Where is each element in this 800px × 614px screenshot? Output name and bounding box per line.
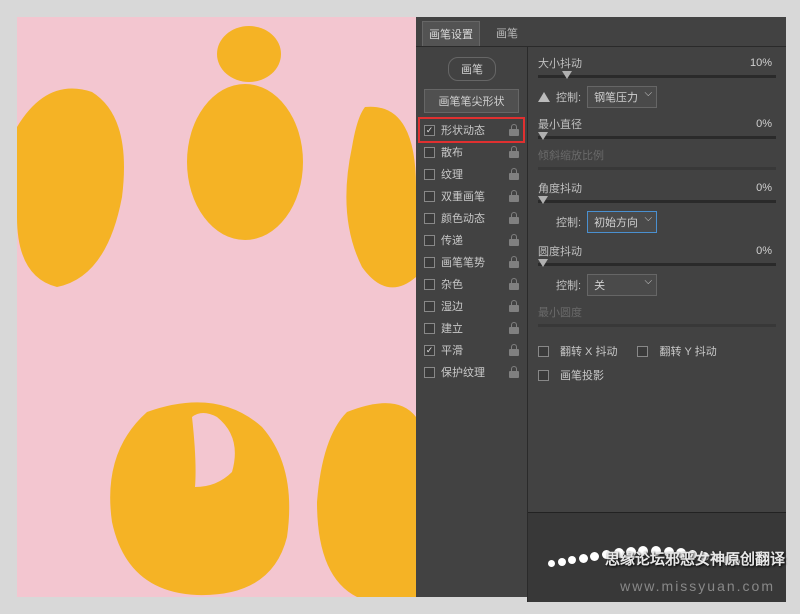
checkbox-flip-y[interactable] bbox=[637, 346, 648, 357]
option-texture[interactable]: 纹理 bbox=[420, 163, 523, 185]
lock-icon[interactable] bbox=[509, 124, 519, 136]
lock-icon[interactable] bbox=[509, 212, 519, 224]
option-color-dynamics[interactable]: 颜色动态 bbox=[420, 207, 523, 229]
checkbox-protect-texture[interactable] bbox=[424, 367, 435, 378]
option-transfer[interactable]: 传递 bbox=[420, 229, 523, 251]
value-angle-jitter[interactable]: 0% bbox=[740, 181, 776, 195]
option-smoothing[interactable]: 平滑 bbox=[420, 339, 523, 361]
artwork-shapes bbox=[17, 17, 416, 597]
option-label: 传递 bbox=[441, 232, 509, 248]
checkbox-wet-edges[interactable] bbox=[424, 301, 435, 312]
option-label: 杂色 bbox=[441, 276, 509, 292]
checkbox-color-dynamics[interactable] bbox=[424, 213, 435, 224]
lock-icon[interactable] bbox=[509, 322, 519, 334]
checkbox-texture[interactable] bbox=[424, 169, 435, 180]
lock-icon[interactable] bbox=[509, 190, 519, 202]
slider-min-diameter[interactable] bbox=[538, 136, 776, 139]
brush-options-list: 画笔 画笔笔尖形状 形状动态 散布 纹理 双重画笔 bbox=[416, 47, 528, 602]
option-label: 保护纹理 bbox=[441, 364, 509, 380]
slider-min-roundness bbox=[538, 324, 776, 327]
warning-icon bbox=[538, 92, 550, 102]
option-label: 散布 bbox=[441, 144, 509, 160]
label-control: 控制: bbox=[556, 214, 581, 230]
watermark-text: 思缘论坛邪恶女神原创翻译 bbox=[605, 548, 785, 569]
lock-icon[interactable] bbox=[509, 300, 519, 312]
option-label: 双重画笔 bbox=[441, 188, 509, 204]
label-min-diameter: 最小直径 bbox=[538, 116, 582, 132]
lock-icon[interactable] bbox=[509, 256, 519, 268]
checkbox-noise[interactable] bbox=[424, 279, 435, 290]
slider-roundness-jitter[interactable] bbox=[538, 263, 776, 266]
option-shape-dynamics[interactable]: 形状动态 bbox=[418, 117, 525, 143]
label-roundness-jitter: 圆度抖动 bbox=[538, 243, 582, 259]
brush-button[interactable]: 画笔 bbox=[448, 57, 496, 81]
checkbox-smoothing[interactable] bbox=[424, 345, 435, 356]
panel-tabs: 画笔设置 画笔 bbox=[416, 17, 786, 47]
checkbox-brush-pose[interactable] bbox=[424, 257, 435, 268]
brush-settings-panel: 画笔设置 画笔 画笔 画笔笔尖形状 形状动态 散布 纹理 bbox=[416, 17, 786, 597]
lock-icon[interactable] bbox=[509, 168, 519, 180]
checkbox-dual-brush[interactable] bbox=[424, 191, 435, 202]
tab-brush-settings[interactable]: 画笔设置 bbox=[422, 21, 480, 46]
option-label: 建立 bbox=[441, 320, 509, 336]
lock-icon[interactable] bbox=[509, 234, 519, 246]
label-angle-jitter: 角度抖动 bbox=[538, 180, 582, 196]
option-build-up[interactable]: 建立 bbox=[420, 317, 523, 339]
label-min-roundness: 最小圆度 bbox=[538, 304, 582, 320]
option-label: 形状动态 bbox=[441, 122, 509, 138]
option-noise[interactable]: 杂色 bbox=[420, 273, 523, 295]
watermark-url: www.missyuan.com bbox=[620, 578, 775, 594]
option-label: 颜色动态 bbox=[441, 210, 509, 226]
lock-icon[interactable] bbox=[509, 278, 519, 290]
value-size-jitter[interactable]: 10% bbox=[740, 56, 776, 70]
option-protect-texture[interactable]: 保护纹理 bbox=[420, 361, 523, 383]
checkbox-build-up[interactable] bbox=[424, 323, 435, 334]
slider-angle-jitter[interactable] bbox=[538, 200, 776, 203]
option-wet-edges[interactable]: 湿边 bbox=[420, 295, 523, 317]
label-brush-projection: 画笔投影 bbox=[560, 367, 604, 383]
value-min-diameter[interactable]: 0% bbox=[740, 117, 776, 131]
dropdown-control-angle[interactable]: 初始方向 bbox=[587, 211, 657, 233]
dropdown-control-roundness[interactable]: 关 bbox=[587, 274, 657, 296]
slider-size-jitter[interactable] bbox=[538, 75, 776, 78]
option-scattering[interactable]: 散布 bbox=[420, 141, 523, 163]
checkbox-flip-x[interactable] bbox=[538, 346, 549, 357]
checkbox-shape-dynamics[interactable] bbox=[424, 125, 435, 136]
value-roundness-jitter[interactable]: 0% bbox=[740, 244, 776, 258]
option-label: 纹理 bbox=[441, 166, 509, 182]
label-control: 控制: bbox=[556, 277, 581, 293]
option-dual-brush[interactable]: 双重画笔 bbox=[420, 185, 523, 207]
label-flip-y: 翻转 Y 抖动 bbox=[659, 343, 716, 359]
label-control: 控制: bbox=[556, 89, 581, 105]
option-label: 湿边 bbox=[441, 298, 509, 314]
canvas-preview bbox=[17, 17, 416, 597]
option-brush-pose[interactable]: 画笔笔势 bbox=[420, 251, 523, 273]
lock-icon[interactable] bbox=[509, 146, 519, 158]
option-label: 平滑 bbox=[441, 342, 509, 358]
label-size-jitter: 大小抖动 bbox=[538, 55, 582, 71]
tab-brush[interactable]: 画笔 bbox=[490, 21, 524, 46]
option-label: 画笔笔势 bbox=[441, 254, 509, 270]
shape-dynamics-controls: 大小抖动 10% 控制: 钢笔压力 最小直径 0% 倾斜缩放比例 bbox=[528, 47, 786, 602]
slider-tilt-scale bbox=[538, 167, 776, 170]
checkbox-transfer[interactable] bbox=[424, 235, 435, 246]
lock-icon[interactable] bbox=[509, 344, 519, 356]
label-flip-x: 翻转 X 抖动 bbox=[560, 343, 617, 359]
brush-tip-shape-button[interactable]: 画笔笔尖形状 bbox=[424, 89, 519, 113]
checkbox-scattering[interactable] bbox=[424, 147, 435, 158]
lock-icon[interactable] bbox=[509, 366, 519, 378]
label-tilt-scale: 倾斜缩放比例 bbox=[538, 147, 604, 163]
checkbox-brush-projection[interactable] bbox=[538, 370, 549, 381]
dropdown-control-size[interactable]: 钢笔压力 bbox=[587, 86, 657, 108]
